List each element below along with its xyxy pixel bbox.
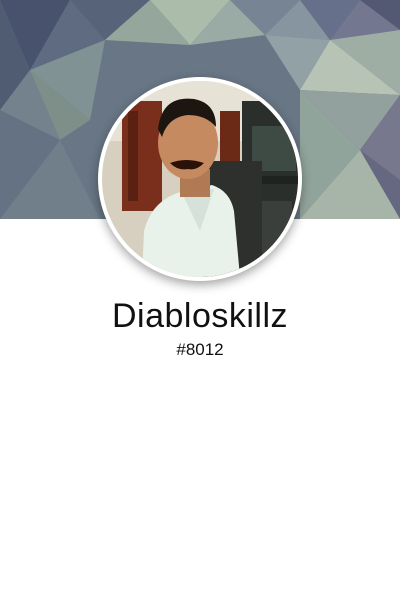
username: Diabloskillz bbox=[111, 297, 289, 335]
user-discriminator: #8012 bbox=[176, 340, 224, 359]
user-photo-icon bbox=[102, 81, 298, 277]
avatar[interactable] bbox=[102, 81, 298, 277]
avatar-frame[interactable] bbox=[98, 77, 302, 281]
profile-card: Diabloskillz #8012 bbox=[0, 0, 400, 600]
